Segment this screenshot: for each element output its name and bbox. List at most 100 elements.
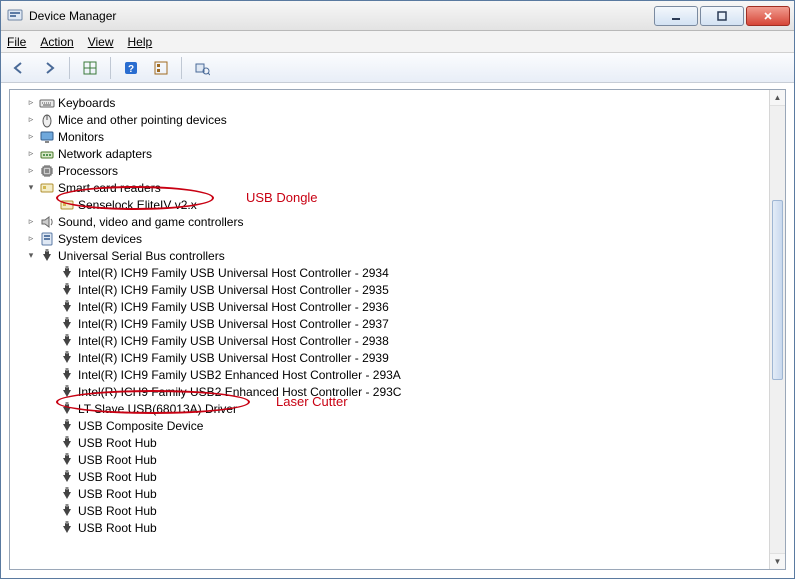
title-bar: Device Manager — [1, 1, 794, 31]
tree-item[interactable]: ▹ Monitors — [18, 128, 769, 145]
expand-icon[interactable]: ▹ — [24, 216, 38, 227]
scan-button[interactable] — [190, 56, 214, 80]
usb-icon — [59, 520, 75, 536]
tree-spacer: • — [44, 200, 58, 210]
tree-item[interactable]: •Senselock EliteIV v2.x — [18, 196, 769, 213]
tree-item-label: USB Root Hub — [78, 436, 157, 450]
tree-item-label: Intel(R) ICH9 Family USB Universal Host … — [78, 334, 389, 348]
tree-spacer: • — [44, 506, 58, 516]
minimize-button[interactable] — [654, 6, 698, 26]
expand-icon[interactable]: ▹ — [24, 233, 38, 244]
device-tree-scroll[interactable]: ▹Keyboards▹Mice and other pointing devic… — [10, 90, 769, 569]
tree-item[interactable]: ▾Smart card readers — [18, 179, 769, 196]
usb-icon — [59, 282, 75, 298]
collapse-icon[interactable]: ▾ — [24, 250, 38, 261]
tree-item[interactable]: •USB Root Hub — [18, 519, 769, 536]
window-controls — [654, 6, 790, 26]
expand-icon[interactable]: ▹ — [24, 131, 38, 142]
back-button[interactable] — [7, 56, 31, 80]
tree-item[interactable]: • Intel(R) ICH9 Family USB Universal Host… — [18, 264, 769, 281]
tree-item[interactable]: ▹ Sound, video and game controllers — [18, 213, 769, 230]
monitor-icon — [39, 129, 55, 145]
vertical-scrollbar[interactable]: ▲ ▼ — [769, 90, 785, 569]
menu-file[interactable]: File — [7, 35, 26, 49]
properties-icon — [153, 60, 169, 76]
arrow-right-icon — [41, 60, 57, 76]
maximize-button[interactable] — [700, 6, 744, 26]
keyboard-icon — [39, 95, 55, 111]
tree-item-label: Intel(R) ICH9 Family USB Universal Host … — [78, 266, 389, 280]
tree-item[interactable]: • USB Root Hub — [18, 502, 769, 519]
usb-icon — [59, 503, 75, 519]
tree-item[interactable]: ▹System devices — [18, 230, 769, 247]
tree-item[interactable]: ▾Universal Serial Bus controllers — [18, 247, 769, 264]
tree-spacer: • — [44, 268, 58, 278]
usb-icon — [59, 435, 75, 451]
tree-item[interactable]: •Intel(R) ICH9 Family USB2 Enhanced Host… — [18, 366, 769, 383]
tree-item[interactable]: ▹Keyboards — [18, 94, 769, 111]
expand-icon[interactable]: ▹ — [24, 165, 38, 176]
menu-view[interactable]: View — [88, 35, 114, 49]
tree-item-label: USB Root Hub — [78, 487, 157, 501]
tree-item[interactable]: •USB Root Hub — [18, 434, 769, 451]
tree-spacer: • — [44, 285, 58, 295]
scroll-thumb[interactable] — [772, 200, 783, 380]
tree-item[interactable]: ▹ Network adapters — [18, 145, 769, 162]
usb-icon — [39, 248, 55, 264]
usb-icon — [59, 316, 75, 332]
grid-icon — [82, 60, 98, 76]
tree-item[interactable]: •Intel(R) ICH9 Family USB Universal Host… — [18, 349, 769, 366]
toolbar-separator — [181, 57, 182, 79]
tree-item-label: Monitors — [58, 130, 104, 144]
usb-icon — [59, 452, 75, 468]
tree-item-label: USB Root Hub — [78, 504, 157, 518]
menu-action[interactable]: Action — [40, 35, 73, 49]
scroll-down-button[interactable]: ▼ — [770, 553, 785, 569]
tree-item-label: Intel(R) ICH9 Family USB Universal Host … — [78, 300, 389, 314]
tree-item[interactable]: •Intel(R) ICH9 Family USB Universal Host… — [18, 332, 769, 349]
network-icon — [39, 146, 55, 162]
tree-item[interactable]: •USB Root Hub — [18, 468, 769, 485]
properties-button[interactable] — [149, 56, 173, 80]
usb-icon — [59, 486, 75, 502]
help-button[interactable]: ? — [119, 56, 143, 80]
smartcard-icon — [59, 197, 75, 213]
usb-icon — [59, 469, 75, 485]
expand-icon[interactable]: ▹ — [24, 114, 38, 125]
tree-spacer: • — [44, 319, 58, 329]
tree-item-label: USB Composite Device — [78, 419, 203, 433]
tree-item[interactable]: •LT Slave USB(68013A) Driver — [18, 400, 769, 417]
menu-bar: File Action View Help — [1, 31, 794, 53]
collapse-icon[interactable]: ▾ — [24, 182, 38, 193]
tree-spacer: • — [44, 404, 58, 414]
tree-item-label: Network adapters — [58, 147, 152, 161]
show-hidden-button[interactable] — [78, 56, 102, 80]
tree-item-label: Mice and other pointing devices — [58, 113, 227, 127]
scroll-up-button[interactable]: ▲ — [770, 90, 785, 106]
expand-icon[interactable]: ▹ — [24, 97, 38, 108]
tree-item[interactable]: • Intel(R) ICH9 Family USB Universal Host… — [18, 281, 769, 298]
menu-help[interactable]: Help — [128, 35, 153, 49]
sound-icon — [39, 214, 55, 230]
toolbar-separator — [110, 57, 111, 79]
tree-item[interactable]: •Intel(R) ICH9 Family USB Universal Host… — [18, 298, 769, 315]
close-button[interactable] — [746, 6, 790, 26]
tree-spacer: • — [44, 421, 58, 431]
expand-icon[interactable]: ▹ — [24, 148, 38, 159]
toolbar-separator — [69, 57, 70, 79]
forward-button[interactable] — [37, 56, 61, 80]
tree-item[interactable]: • USB Composite Device — [18, 417, 769, 434]
tree-item-label: Processors — [58, 164, 118, 178]
usb-icon — [59, 418, 75, 434]
tree-item[interactable]: ▹ Processors — [18, 162, 769, 179]
tree-item[interactable]: •USB Root Hub — [18, 451, 769, 468]
tree-item-label: Intel(R) ICH9 Family USB Universal Host … — [78, 283, 389, 297]
tree-item-label: Sound, video and game controllers — [58, 215, 243, 229]
svg-text:?: ? — [128, 64, 134, 75]
tree-item[interactable]: •Intel(R) ICH9 Family USB2 Enhanced Host… — [18, 383, 769, 400]
tree-item[interactable]: •Intel(R) ICH9 Family USB Universal Host… — [18, 315, 769, 332]
help-icon: ? — [123, 60, 139, 76]
tree-item[interactable]: •USB Root Hub — [18, 485, 769, 502]
tree-item[interactable]: ▹ Mice and other pointing devices — [18, 111, 769, 128]
tree-spacer: • — [44, 472, 58, 482]
